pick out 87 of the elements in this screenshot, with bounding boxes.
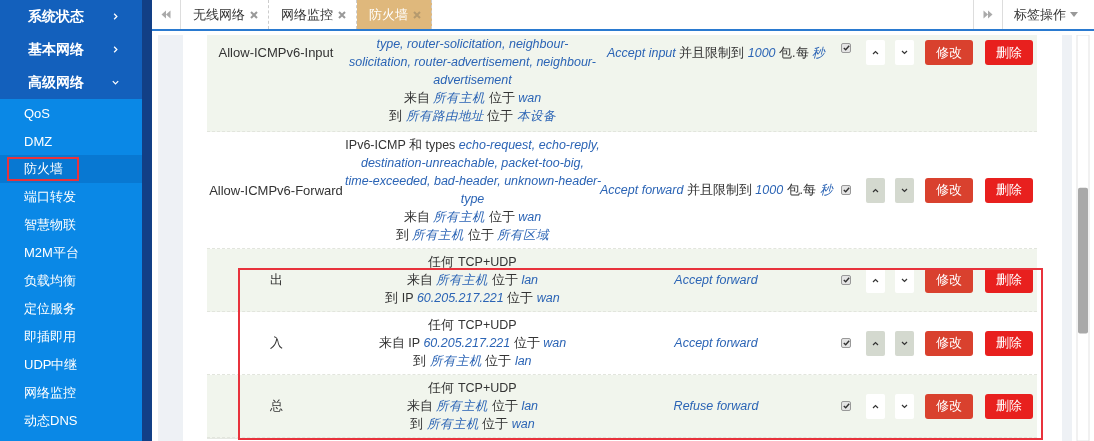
chevron-icon <box>111 45 120 54</box>
edit-button[interactable]: 修改 <box>925 330 973 356</box>
menu-item[interactable]: 负载均衡 <box>0 267 142 295</box>
delete-button[interactable]: 删除 <box>984 393 1033 419</box>
rule-match-text: IPv6-ICMP 和 types echo-request, echo-reply, destination-unreachable, packet-too-big, time-exceeded, bad-header, unknown-header- type 来自 所有主机 位于 wan 到 所有主机 位于 所有区域 <box>345 137 600 244</box>
rule-action-text: Accept forward <box>673 336 759 350</box>
move-down-button[interactable] <box>894 177 914 203</box>
menu-item[interactable]: 网络监控 <box>0 379 142 407</box>
rule-match-text: 任何 TCP+UDP 来自 所有主机 位于 lan 到 IP 60.205.217.221 位于 wan <box>384 254 561 307</box>
move-up-button[interactable] <box>865 393 885 419</box>
chevron-icon <box>111 12 120 21</box>
menu-item[interactable]: 动态DNS <box>0 407 142 435</box>
menu-item[interactable]: 即插即用 <box>0 323 142 351</box>
chevron-down-icon <box>900 403 908 409</box>
edit-button[interactable]: 修改 <box>925 267 973 293</box>
close-icon[interactable] <box>413 10 421 19</box>
menu-item[interactable]: M2M平台 <box>0 239 142 267</box>
edit-button[interactable]: 修改 <box>925 393 973 419</box>
menu-item-label: QoS <box>23 104 51 123</box>
enable-checkbox[interactable] <box>841 275 851 285</box>
chevron-up-icon <box>871 403 879 409</box>
move-down-button[interactable] <box>894 40 914 65</box>
menu-item-label: 负载均衡 <box>23 272 77 290</box>
menu-item-label: 防火墙 <box>7 157 79 181</box>
menu-item-label: 即插即用 <box>23 328 77 346</box>
chevron-down-icon <box>900 187 908 193</box>
menu-item[interactable]: 防火墙 <box>0 155 142 183</box>
chevron-up-icon <box>871 340 879 346</box>
rule-name: Allow-ICMPv6-Forward <box>208 182 344 198</box>
edit-button[interactable]: 修改 <box>925 40 973 65</box>
rule-action-text: Accept forward 并且限制到 1000 包.每 秒 <box>600 182 832 199</box>
rule-match-text: 任何 TCP+UDP 来自 所有主机 位于 lan 到 所有主机 位于 wan <box>405 380 540 433</box>
move-down-button[interactable] <box>894 267 914 293</box>
rule-action-text: Accept forward <box>673 273 759 287</box>
chevron-up-icon <box>871 277 879 283</box>
rule-match-text: 任何 TCP+UDP 来自 IP 60.205.217.221 位于 wan 到 所有主机 位于 lan <box>377 317 568 370</box>
chevron-down-icon <box>900 340 908 346</box>
move-up-button[interactable] <box>865 40 885 65</box>
close-icon[interactable] <box>338 10 346 19</box>
chevron-up-icon <box>871 50 879 55</box>
enable-checkbox[interactable] <box>841 401 851 411</box>
delete-button[interactable]: 删除 <box>984 330 1033 356</box>
menu-item-label: 动态DNS <box>23 412 79 430</box>
menu-item[interactable]: 智慧物联 <box>0 211 142 239</box>
enable-checkbox[interactable] <box>841 338 851 348</box>
move-down-button[interactable] <box>894 330 914 356</box>
rule-name: Allow-ICMPv6-Input <box>217 44 335 60</box>
rule-name: 出 <box>268 271 284 289</box>
chevron-icon <box>111 78 120 87</box>
menu-item-label: 智慧物联 <box>23 216 77 234</box>
menu-item[interactable]: 定位服务 <box>0 295 142 323</box>
rule-name: 入 <box>268 334 284 352</box>
menu-item-label: 网络监控 <box>23 384 77 402</box>
move-up-button[interactable] <box>865 177 885 203</box>
move-up-button[interactable] <box>865 330 885 356</box>
menu-group[interactable]: 高级网络 <box>0 66 142 99</box>
delete-button[interactable]: 删除 <box>984 40 1033 65</box>
delete-button[interactable]: 删除 <box>984 177 1033 203</box>
delete-button[interactable]: 删除 <box>984 267 1033 293</box>
edit-button[interactable]: 修改 <box>925 177 973 203</box>
close-icon[interactable] <box>250 10 258 19</box>
rule-name: 总 <box>268 397 284 415</box>
rule-action-text: Refuse forward <box>672 399 760 413</box>
caret-icon <box>1070 12 1078 17</box>
chevron-down-icon <box>900 50 908 55</box>
menu-item-label: M2M平台 <box>23 244 80 262</box>
menu-group[interactable]: 系统状态 <box>0 0 142 33</box>
double-right-arrow-icon <box>983 10 993 19</box>
enable-checkbox[interactable] <box>841 43 851 53</box>
enable-checkbox[interactable] <box>841 185 851 195</box>
chevron-up-icon <box>871 187 879 193</box>
menu-item-label: DMZ <box>23 132 54 151</box>
rule-action-text: Accept input 并且限制到 1000 包.每 秒 <box>605 45 827 62</box>
menu-item-label: UDP中继 <box>23 356 79 374</box>
menu-item[interactable]: QoS <box>0 99 142 127</box>
move-down-button[interactable] <box>894 393 914 419</box>
menu-item-label: 定位服务 <box>23 300 77 318</box>
menu-group[interactable]: 基本网络 <box>0 33 142 66</box>
menu-item[interactable]: DMZ <box>0 127 142 155</box>
chevron-down-icon <box>900 277 908 283</box>
rule-match-text: type, router-solicitation, neighbour- solicitation, router-advertisement, neighbour- advertisement 来自 所有主机 位于 wan 到 所有路由地址 位于 本设备 <box>348 36 597 125</box>
menu-item[interactable]: 端口转发 <box>0 183 142 211</box>
scrollbar[interactable] <box>1076 35 1090 441</box>
menu-item[interactable]: UDP中继 <box>0 351 142 379</box>
move-up-button[interactable] <box>865 267 885 293</box>
double-left-arrow-icon <box>161 10 171 19</box>
menu-item-label: 端口转发 <box>23 188 77 206</box>
